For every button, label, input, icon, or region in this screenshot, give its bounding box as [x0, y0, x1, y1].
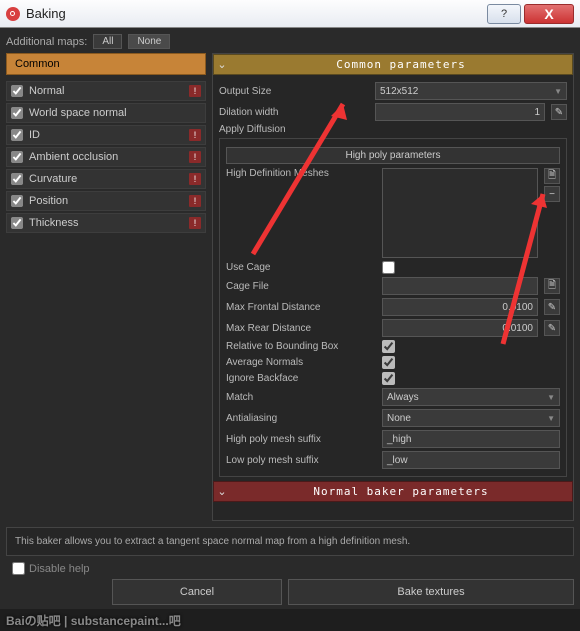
ignore-backface-checkbox[interactable] [382, 372, 395, 385]
normal-baker-header[interactable]: ⌄ Normal baker parameters [213, 481, 573, 502]
sidebar: Common Normal ! World space normal ID ! … [6, 53, 206, 521]
ignore-backface-label: Ignore Backface [226, 373, 376, 384]
tab-common[interactable]: Common [6, 53, 206, 75]
sidebar-item-label: Curvature [29, 173, 189, 185]
edit-icon[interactable]: ✎ [544, 320, 560, 336]
titlebar: Baking ? X [0, 0, 580, 28]
bake-textures-button[interactable]: Bake textures [288, 579, 574, 605]
watermark: Baiの贴吧 | substancepaint...吧 [0, 610, 187, 631]
cage-file-label: Cage File [226, 281, 376, 292]
match-label: Match [226, 392, 376, 403]
sidebar-item-id[interactable]: ID ! [6, 125, 206, 145]
none-button[interactable]: None [128, 34, 170, 49]
edit-icon[interactable]: ✎ [544, 299, 560, 315]
chevron-down-icon: ▼ [547, 393, 555, 402]
disable-help-label: Disable help [29, 563, 90, 575]
window-title: Baking [26, 6, 487, 21]
match-dropdown[interactable]: Always▼ [382, 388, 560, 406]
sidebar-item-label: Thickness [29, 217, 189, 229]
curvature-checkbox[interactable] [11, 173, 23, 185]
sidebar-item-label: World space normal [29, 107, 201, 119]
edit-icon[interactable]: ✎ [551, 104, 567, 120]
common-parameters-header[interactable]: ⌄ Common parameters [213, 54, 573, 75]
thickness-checkbox[interactable] [11, 217, 23, 229]
ao-checkbox[interactable] [11, 151, 23, 163]
lp-suffix-input[interactable]: _low [382, 451, 560, 469]
output-size-value: 512x512 [380, 86, 418, 97]
hp-suffix-input[interactable]: _high [382, 430, 560, 448]
use-cage-label: Use Cage [226, 262, 376, 273]
help-button[interactable]: ? [487, 4, 521, 24]
chevron-down-icon: ▼ [547, 414, 555, 423]
help-text: This baker allows you to extract a tange… [15, 536, 565, 547]
max-rear-label: Max Rear Distance [226, 323, 376, 334]
browse-file-icon[interactable]: 🗎 [544, 278, 560, 294]
sidebar-item-normal[interactable]: Normal ! [6, 81, 206, 101]
additional-maps-row: Additional maps: All None [6, 34, 574, 49]
parameters-panel: ⌄ Common parameters Output Size 512x512 … [212, 53, 574, 521]
antialiasing-label: Antialiasing [226, 413, 376, 424]
sidebar-item-ambient-occlusion[interactable]: Ambient occlusion ! [6, 147, 206, 167]
output-size-dropdown[interactable]: 512x512 ▼ [375, 82, 567, 100]
warning-icon: ! [189, 195, 201, 207]
disable-help-checkbox[interactable] [12, 562, 25, 575]
remove-mesh-button[interactable]: − [544, 186, 560, 202]
sidebar-item-curvature[interactable]: Curvature ! [6, 169, 206, 189]
apply-diffusion-label: Apply Diffusion [219, 124, 369, 135]
hd-meshes-list[interactable] [382, 168, 538, 258]
sidebar-item-thickness[interactable]: Thickness ! [6, 213, 206, 233]
add-mesh-button[interactable]: 🗎 [544, 168, 560, 184]
sidebar-item-position[interactable]: Position ! [6, 191, 206, 211]
additional-maps-label: Additional maps: [6, 36, 87, 48]
id-checkbox[interactable] [11, 129, 23, 141]
sidebar-item-label: Ambient occlusion [29, 151, 189, 163]
high-poly-parameters-header: High poly parameters [226, 147, 560, 164]
chevron-down-icon: ▼ [554, 87, 562, 96]
max-frontal-label: Max Frontal Distance [226, 302, 376, 313]
cage-file-input[interactable] [382, 277, 538, 295]
wsn-checkbox[interactable] [11, 107, 23, 119]
help-panel: This baker allows you to extract a tange… [6, 527, 574, 556]
sidebar-item-label: Position [29, 195, 189, 207]
hd-meshes-label: High Definition Meshes [226, 168, 376, 179]
warning-icon: ! [189, 85, 201, 97]
warning-icon: ! [189, 129, 201, 141]
max-rear-input[interactable]: 0.0100 [382, 319, 538, 337]
sidebar-item-label: Normal [29, 85, 189, 97]
chevron-down-icon: ⌄ [214, 58, 230, 71]
warning-icon: ! [189, 151, 201, 163]
average-normals-label: Average Normals [226, 357, 376, 368]
output-size-label: Output Size [219, 86, 369, 97]
all-button[interactable]: All [93, 34, 122, 49]
sidebar-item-label: ID [29, 129, 189, 141]
dilation-width-input[interactable]: 1 [375, 103, 545, 121]
warning-icon: ! [189, 217, 201, 229]
chevron-down-icon: ⌄ [214, 485, 230, 498]
section-label: Normal baker parameters [230, 485, 572, 498]
close-button[interactable]: X [524, 4, 574, 24]
dilation-width-label: Dilation width [219, 107, 369, 118]
antialiasing-dropdown[interactable]: None▼ [382, 409, 560, 427]
section-label: Common parameters [230, 58, 572, 71]
warning-icon: ! [189, 173, 201, 185]
cancel-button[interactable]: Cancel [112, 579, 282, 605]
use-cage-checkbox[interactable] [382, 261, 395, 274]
hp-suffix-label: High poly mesh suffix [226, 434, 376, 445]
lp-suffix-label: Low poly mesh suffix [226, 455, 376, 466]
position-checkbox[interactable] [11, 195, 23, 207]
sidebar-item-world-space-normal[interactable]: World space normal [6, 103, 206, 123]
relative-bbox-checkbox[interactable] [382, 340, 395, 353]
normal-checkbox[interactable] [11, 85, 23, 97]
app-icon [6, 7, 20, 21]
average-normals-checkbox[interactable] [382, 356, 395, 369]
max-frontal-input[interactable]: 0.0100 [382, 298, 538, 316]
relative-bbox-label: Relative to Bounding Box [226, 341, 376, 352]
